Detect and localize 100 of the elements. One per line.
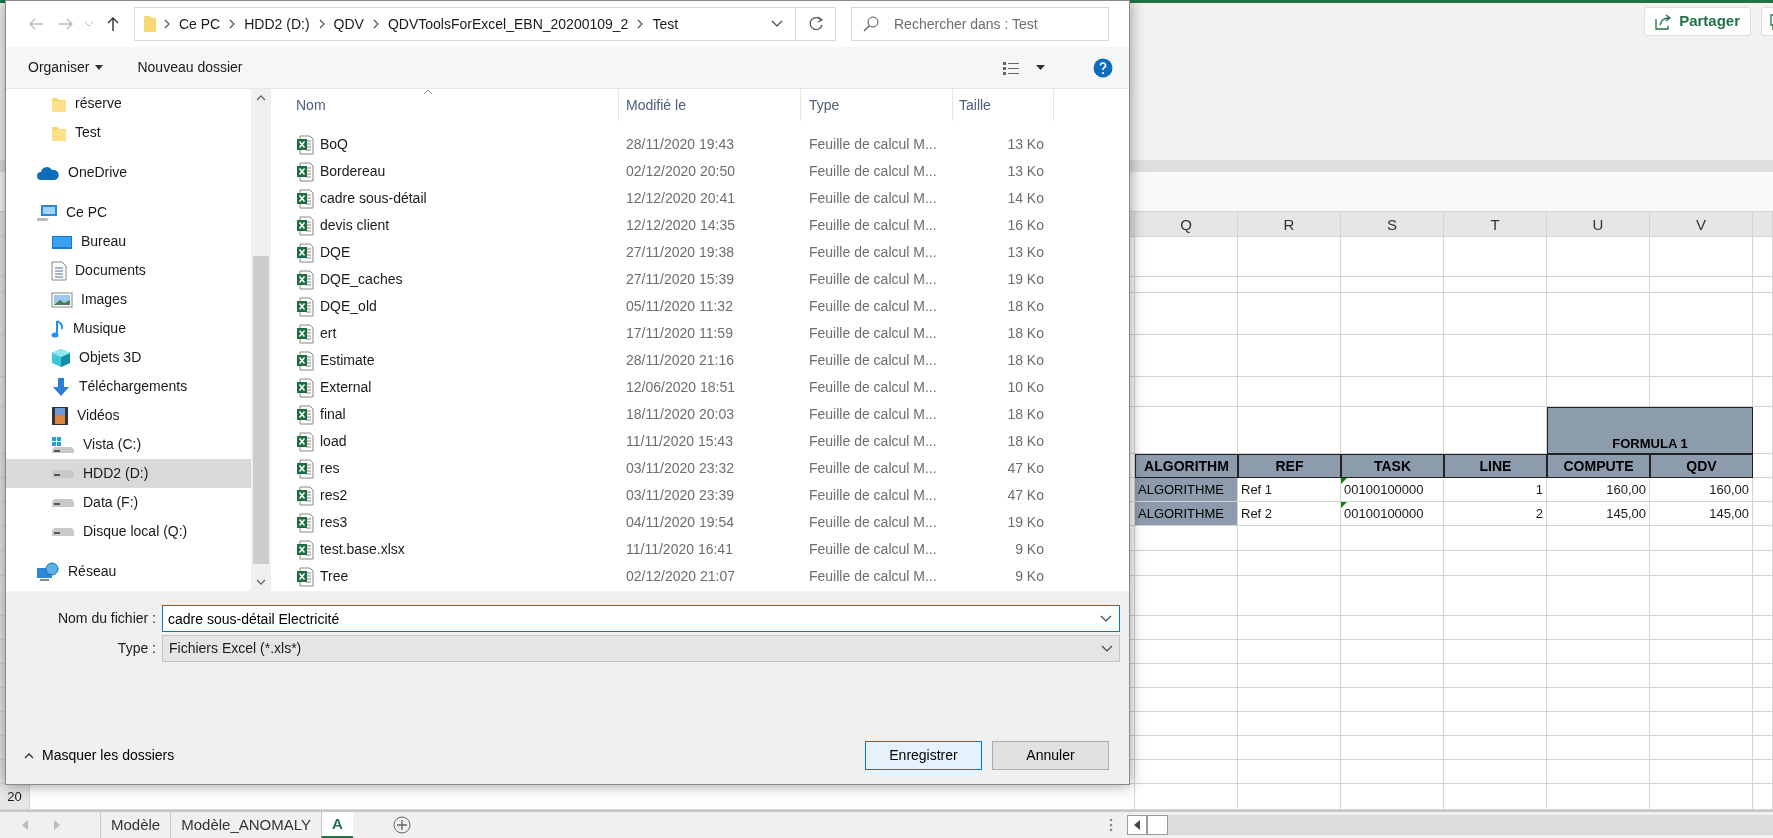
file-name[interactable]: External xyxy=(320,377,372,398)
spreadsheet-cell[interactable] xyxy=(1135,377,1238,407)
sheet-tab[interactable]: A xyxy=(321,812,353,838)
spreadsheet-cell[interactable] xyxy=(1341,760,1444,784)
sidebar-item[interactable]: Vidéos xyxy=(6,401,251,430)
spreadsheet-cell[interactable] xyxy=(1238,760,1341,784)
sidebar-item[interactable]: HDD2 (D:) xyxy=(6,459,251,488)
file-name[interactable]: DQE_caches xyxy=(320,269,403,290)
file-name[interactable]: test.base.xlsx xyxy=(320,539,405,560)
sidebar-item[interactable]: Téléchargements xyxy=(6,372,251,401)
file-name[interactable]: final xyxy=(320,404,346,425)
scroll-left-button[interactable] xyxy=(1126,815,1147,835)
file-name[interactable]: DQE xyxy=(320,242,351,263)
column-letter[interactable]: S xyxy=(1341,212,1444,237)
spreadsheet-cell[interactable] xyxy=(1238,293,1341,335)
spreadsheet-cell[interactable] xyxy=(1444,576,1547,616)
spreadsheet-cell[interactable] xyxy=(1650,760,1753,784)
spreadsheet-cell[interactable] xyxy=(1444,760,1547,784)
spreadsheet-cell[interactable] xyxy=(1135,664,1238,688)
sidebar-item[interactable]: Réseau xyxy=(6,557,251,586)
spreadsheet-cell[interactable] xyxy=(1650,293,1753,335)
spreadsheet-cell[interactable] xyxy=(1238,335,1341,377)
view-options-icon[interactable] xyxy=(1002,59,1020,76)
file-name[interactable]: res3 xyxy=(320,512,348,533)
spreadsheet-cell[interactable] xyxy=(1650,688,1753,712)
sidebar-item[interactable]: OneDrive xyxy=(6,158,251,187)
spreadsheet-cell[interactable] xyxy=(1650,576,1753,616)
spreadsheet-cell[interactable] xyxy=(1341,664,1444,688)
file-name[interactable]: BoQ xyxy=(320,134,348,155)
spreadsheet-cell[interactable] xyxy=(1753,377,1773,407)
file-name[interactable]: ert xyxy=(320,323,337,344)
sidebar-item[interactable]: Objets 3D xyxy=(6,343,251,372)
spreadsheet-cell[interactable] xyxy=(1753,293,1773,335)
spreadsheet-cell[interactable] xyxy=(1135,526,1238,551)
search-field[interactable]: Rechercher dans : Test xyxy=(851,7,1109,41)
spreadsheet-cell[interactable] xyxy=(1135,335,1238,377)
spreadsheet-cell[interactable] xyxy=(1753,551,1773,576)
back-arrow-icon[interactable] xyxy=(28,17,44,31)
spreadsheet-cell[interactable] xyxy=(1547,640,1650,664)
spreadsheet-cell[interactable] xyxy=(1135,736,1238,760)
spreadsheet-cell[interactable] xyxy=(1238,664,1341,688)
cancel-button[interactable]: Annuler xyxy=(992,741,1109,770)
spreadsheet-cell[interactable] xyxy=(1753,277,1773,293)
spreadsheet-cell[interactable] xyxy=(1753,616,1773,640)
spreadsheet-cell[interactable] xyxy=(1444,293,1547,335)
sheet-tab[interactable]: Modèle_ANOMALY xyxy=(170,812,321,838)
spreadsheet-cell[interactable] xyxy=(1753,760,1773,784)
refresh-button[interactable] xyxy=(796,7,836,41)
column-header[interactable] xyxy=(1753,212,1773,237)
spreadsheet-cell[interactable] xyxy=(1650,664,1753,688)
column-letter[interactable]: Q xyxy=(1135,212,1238,237)
spreadsheet-cell[interactable] xyxy=(1444,688,1547,712)
spreadsheet-cell[interactable] xyxy=(1341,293,1444,335)
spreadsheet-cell[interactable] xyxy=(1753,526,1773,551)
breadcrumb[interactable]: Ce PC xyxy=(177,13,223,35)
scroll-up-icon[interactable] xyxy=(256,95,266,101)
spreadsheet-cell[interactable] xyxy=(1547,551,1650,576)
splitter-handle-icon[interactable] xyxy=(1108,818,1113,832)
row-number[interactable]: 20 xyxy=(0,784,30,810)
spreadsheet-cell[interactable] xyxy=(1444,736,1547,760)
up-arrow-icon[interactable] xyxy=(106,16,120,32)
spreadsheet-cell[interactable] xyxy=(1547,335,1650,377)
file-name[interactable]: res2 xyxy=(320,485,348,506)
spreadsheet-cell[interactable] xyxy=(1135,277,1238,293)
spreadsheet-cell[interactable] xyxy=(1444,526,1547,551)
spreadsheet-cell[interactable] xyxy=(1444,616,1547,640)
spreadsheet-cell[interactable] xyxy=(1341,576,1444,616)
sidebar-item[interactable]: réserve xyxy=(6,89,251,118)
spreadsheet-cell[interactable] xyxy=(1547,616,1650,640)
spreadsheet-cell[interactable] xyxy=(1341,237,1444,277)
file-name[interactable]: load xyxy=(320,431,347,452)
caret-icon[interactable] xyxy=(1036,65,1045,70)
spreadsheet-cell[interactable] xyxy=(1238,616,1341,640)
spreadsheet-cell[interactable] xyxy=(1547,712,1650,736)
spreadsheet-cell[interactable] xyxy=(1135,616,1238,640)
spreadsheet-cell[interactable] xyxy=(1444,664,1547,688)
spreadsheet-cell[interactable] xyxy=(1135,760,1238,784)
spreadsheet-cell[interactable] xyxy=(1238,688,1341,712)
spreadsheet-cell[interactable] xyxy=(1135,688,1238,712)
sidebar-item[interactable]: Bureau xyxy=(6,227,251,256)
spreadsheet-cell[interactable] xyxy=(1650,616,1753,640)
save-button[interactable]: Enregistrer xyxy=(865,741,982,770)
spreadsheet-cell[interactable] xyxy=(1341,688,1444,712)
scrollbar-thumb[interactable] xyxy=(1146,815,1168,835)
dropdown-chevron-icon[interactable] xyxy=(771,20,783,28)
spreadsheet-cell[interactable] xyxy=(1238,377,1341,407)
column-header[interactable]: Taille xyxy=(953,89,1054,121)
hide-folders-button[interactable]: Masquer les dossiers xyxy=(18,744,181,767)
spreadsheet-cell[interactable] xyxy=(1238,712,1341,736)
spreadsheet-cell[interactable] xyxy=(1238,640,1341,664)
sidebar-item[interactable]: Data (F:) xyxy=(6,488,251,517)
spreadsheet-cell[interactable] xyxy=(1650,551,1753,576)
spreadsheet-cell[interactable] xyxy=(1753,407,1773,454)
spreadsheet-cell[interactable] xyxy=(1753,478,1773,502)
spreadsheet-cell[interactable] xyxy=(1753,576,1773,616)
address-bar[interactable]: Ce PC HDD2 (D:) QDV QDVToolsForExcel_EBN_20200109_2 Test xyxy=(134,7,796,41)
help-icon[interactable] xyxy=(1093,57,1113,78)
sidebar-item[interactable]: Vista (C:) xyxy=(6,430,251,459)
sidebar-item[interactable]: Disque local (Q:) xyxy=(6,517,251,546)
spreadsheet-cell[interactable] xyxy=(1341,335,1444,377)
